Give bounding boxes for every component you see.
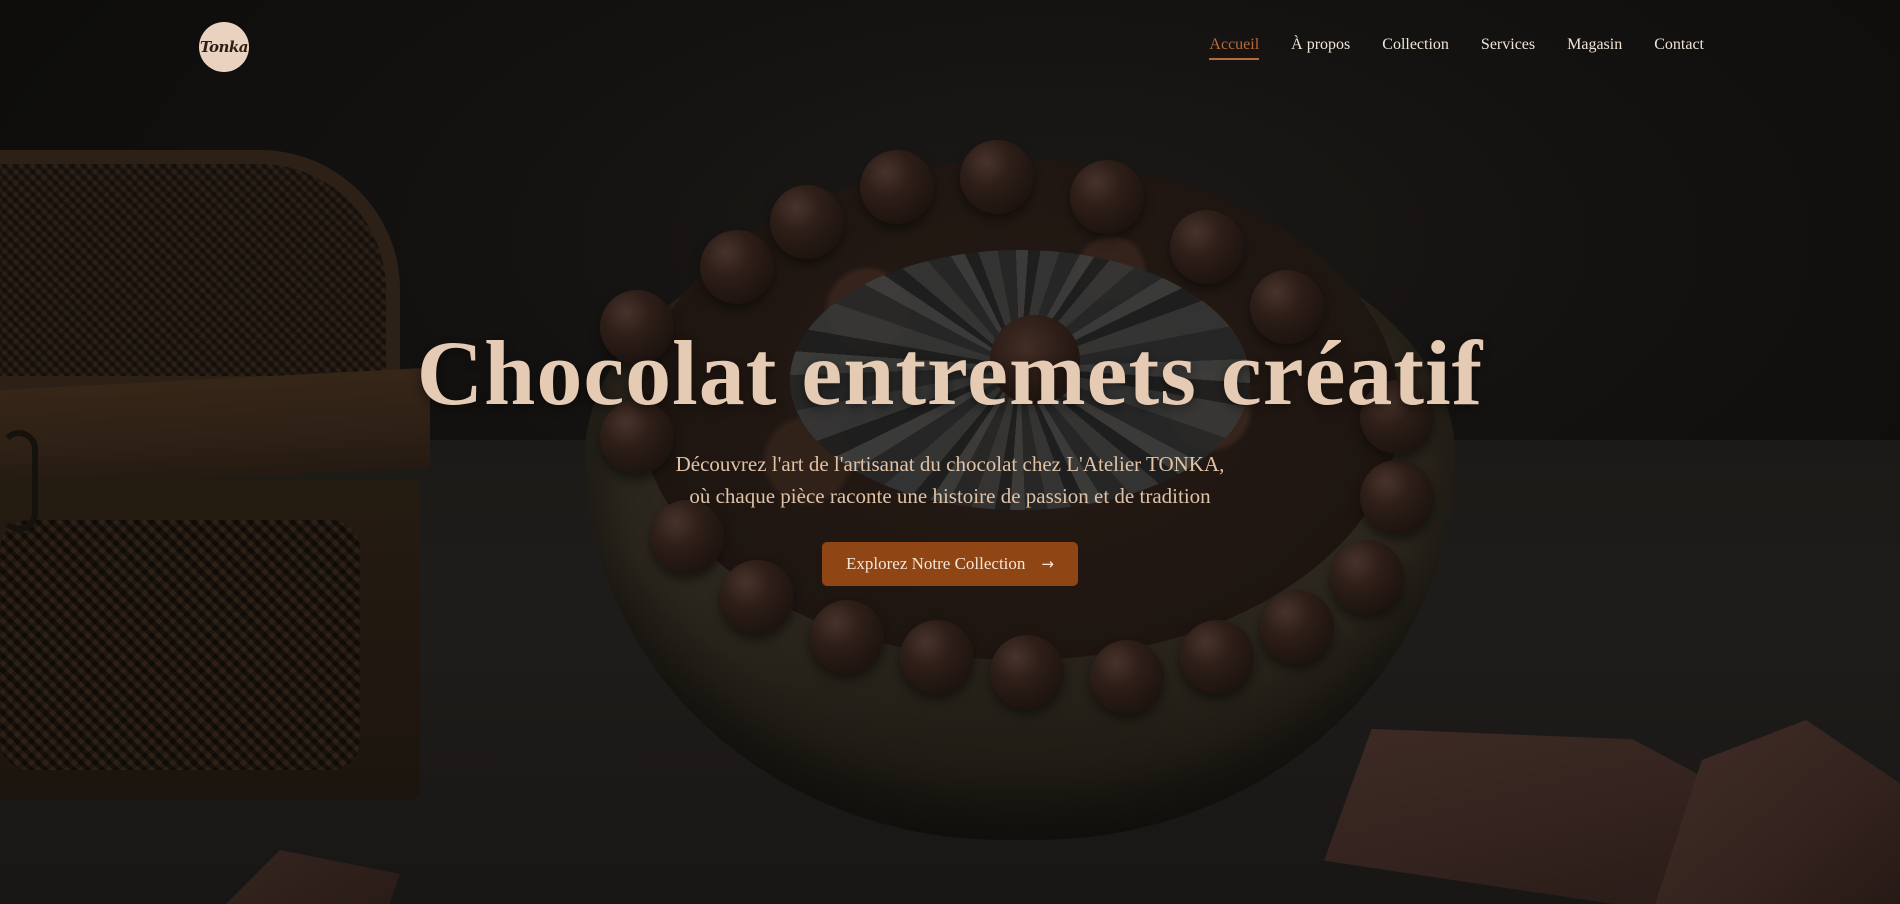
logo[interactable]: Tonka <box>199 22 249 72</box>
nav-item-contact[interactable]: Contact <box>1654 36 1704 60</box>
hero-subtitle-line-2: où chaque pièce raconte une histoire de … <box>689 484 1211 508</box>
explore-collection-button[interactable]: Explorez Notre Collection → <box>822 542 1078 586</box>
hero-subtitle: Découvrez l'art de l'artisanat du chocol… <box>0 448 1900 512</box>
hero-section: Chocolat entremets créatif Découvrez l'a… <box>0 320 1900 586</box>
explore-collection-label: Explorez Notre Collection <box>846 554 1026 573</box>
site-header: Tonka Accueil À propos Collection Servic… <box>0 0 1900 94</box>
tonka-logo-icon: Tonka <box>200 38 248 56</box>
main-nav: Accueil À propos Collection Services Mag… <box>1209 36 1704 60</box>
arrow-right-icon: → <box>1041 554 1054 573</box>
nav-item-magasin[interactable]: Magasin <box>1567 36 1622 60</box>
nav-item-a-propos[interactable]: À propos <box>1291 36 1350 60</box>
nav-item-accueil[interactable]: Accueil <box>1209 36 1259 60</box>
nav-item-collection[interactable]: Collection <box>1382 36 1449 60</box>
nav-item-services[interactable]: Services <box>1481 36 1535 60</box>
hero-subtitle-line-1: Découvrez l'art de l'artisanat du chocol… <box>675 452 1225 476</box>
hero-title: Chocolat entremets créatif <box>416 322 1484 424</box>
